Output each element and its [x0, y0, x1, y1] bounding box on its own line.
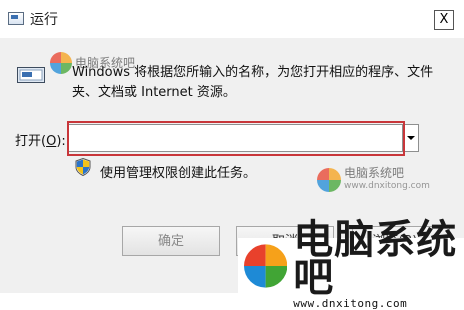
open-combobox[interactable]	[67, 124, 404, 152]
watermark-small-name: 电脑系统吧	[344, 166, 405, 180]
run-program-icon	[17, 67, 45, 83]
watermark-logo-icon	[50, 52, 72, 74]
open-label: 打开(O):	[15, 130, 66, 149]
chevron-down-icon[interactable]	[402, 124, 419, 152]
watermark-large: 电脑系统吧 www.dnxitong.com	[238, 220, 464, 310]
open-input[interactable]	[71, 128, 400, 150]
watermark-large-url: www.dnxitong.com	[293, 297, 408, 310]
watermark-large-name: 电脑系统吧	[293, 217, 458, 301]
watermark-logo-icon	[317, 168, 341, 192]
open-label-accesskey: O	[46, 134, 57, 149]
dialog-description: Windows 将根据您所输入的名称，为您打开相应的程序、文件夹、文档或 Int…	[72, 65, 434, 100]
run-dialog: 运行 X 电脑系统吧 Windows 将根据您所输入的名称，为您打开相应的程序、…	[0, 0, 464, 310]
watermark-small-url: www.dnxitong.com	[344, 181, 430, 191]
uac-shield-icon	[75, 158, 91, 176]
run-window-icon	[8, 12, 24, 25]
ok-button[interactable]: 确定	[122, 226, 220, 256]
window-title: 运行	[30, 12, 58, 28]
watermark-logo-icon	[244, 243, 288, 288]
title-bar: 运行 X	[0, 0, 464, 38]
admin-note: 使用管理权限创建此任务。	[100, 166, 257, 181]
watermark-small-bottom: 电脑系统吧 www.dnxitong.com	[317, 167, 430, 193]
open-label-prefix: 打开(	[15, 134, 47, 149]
close-button[interactable]: X	[434, 10, 454, 30]
open-label-suffix: ):	[56, 134, 66, 149]
